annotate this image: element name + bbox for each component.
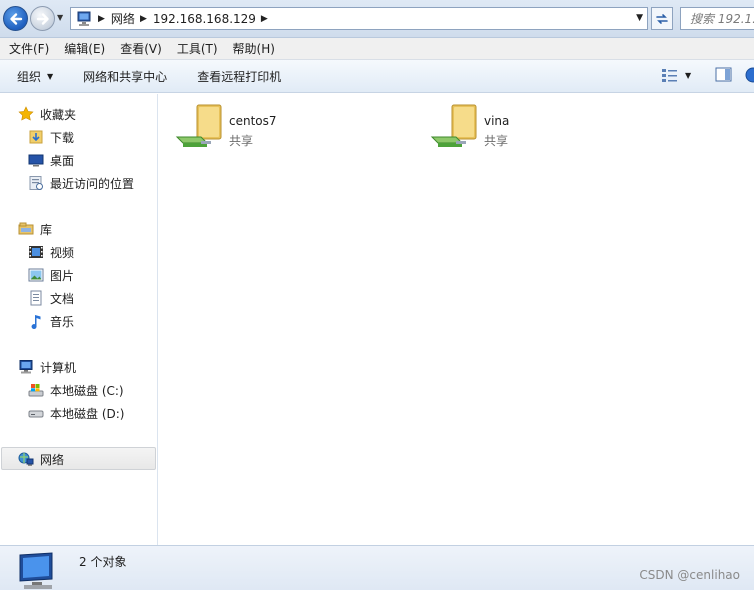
menu-edit[interactable]: 编辑(E) (64, 40, 105, 57)
nav-label: 计算机 (40, 360, 77, 375)
menu-view[interactable]: 查看(V) (120, 40, 162, 57)
nav-label: 音乐 (50, 314, 75, 329)
search-box[interactable] (680, 7, 754, 30)
navigation-pane: 收藏夹 下载 桌面 最近访问的位置 库 视频 图片 文档 音乐 计算机 本地磁盘… (0, 94, 158, 545)
forward-button[interactable] (30, 6, 55, 31)
breadcrumb-host[interactable]: 192.168.168.129 (153, 12, 256, 26)
system-drive-icon (28, 384, 44, 397)
details-pane: 2 个对象 CSDN @cenlihao (0, 545, 754, 590)
address-row: ▼ ▶ 网络 ▶ 192.168.168.129 ▶ ▼ (0, 0, 754, 38)
address-bar[interactable]: ▶ 网络 ▶ 192.168.168.129 ▶ ▼ (70, 7, 648, 30)
content-pane: centos7 共享 vina 共享 (159, 94, 754, 545)
nav-label: 本地磁盘 (C:) (50, 383, 124, 398)
network-sharing-center-button[interactable]: 网络和共享中心 (83, 68, 167, 85)
watermark: CSDN @cenlihao (639, 568, 740, 582)
shared-folder-icon (175, 104, 222, 147)
nav-desktop[interactable]: 桌面 (28, 151, 74, 169)
nav-music[interactable]: 音乐 (28, 312, 74, 330)
preview-pane-button[interactable] (715, 67, 732, 82)
back-arrow-icon (9, 12, 22, 25)
recent-pages-dropdown[interactable]: ▼ (57, 13, 67, 25)
nav-drive-c[interactable]: 本地磁盘 (C:) (28, 381, 124, 399)
nav-recent-places[interactable]: 最近访问的位置 (28, 174, 134, 192)
menu-tools[interactable]: 工具(T) (177, 40, 218, 57)
nav-documents[interactable]: 文档 (28, 289, 74, 307)
share-name: vina (484, 114, 510, 128)
nav-label: 网络 (40, 452, 65, 467)
share-item-vina[interactable]: vina 共享 (430, 101, 630, 157)
library-icon (18, 222, 34, 235)
breadcrumb-network[interactable]: 网络 (111, 10, 135, 27)
nav-videos[interactable]: 视频 (28, 243, 74, 261)
breadcrumb-chevron-icon[interactable]: ▶ (261, 14, 268, 24)
breadcrumb-chevron-icon[interactable]: ▶ (140, 14, 147, 24)
organize-button[interactable]: 组织 ▼ (17, 68, 53, 85)
view-remote-printers-button[interactable]: 查看远程打印机 (197, 68, 281, 85)
video-icon (29, 246, 43, 258)
pictures-icon (28, 268, 44, 282)
documents-icon (30, 290, 42, 306)
desktop-icon (28, 154, 44, 167)
recent-places-icon (29, 176, 43, 190)
preview-pane-icon (715, 67, 732, 82)
organize-label: 组织 (17, 69, 42, 84)
shared-folder-icon (430, 104, 477, 147)
share-item-centos7[interactable]: centos7 共享 (175, 101, 375, 157)
refresh-button[interactable] (651, 7, 673, 30)
nav-label: 下载 (50, 130, 75, 145)
nav-drive-d[interactable]: 本地磁盘 (D:) (28, 404, 124, 422)
network-computer-icon (77, 11, 91, 26)
share-name: centos7 (229, 114, 277, 128)
nav-label: 收藏夹 (40, 107, 77, 122)
chevron-down-icon: ▼ (685, 70, 692, 80)
search-input[interactable] (690, 11, 754, 26)
nav-label: 本地磁盘 (D:) (50, 406, 125, 421)
back-button[interactable] (3, 6, 28, 31)
computer-monitor-icon (19, 552, 53, 589)
nav-label: 最近访问的位置 (50, 176, 135, 191)
chevron-down-icon: ▼ (47, 71, 54, 81)
share-type: 共享 (484, 134, 509, 148)
forward-arrow-icon (36, 12, 49, 25)
view-options-icon (662, 69, 677, 82)
nav-label: 视频 (50, 245, 75, 260)
nav-label: 图片 (50, 268, 75, 283)
item-count: 2 个对象 (79, 555, 127, 569)
nav-label: 桌面 (50, 153, 75, 168)
menu-help[interactable]: 帮助(H) (233, 40, 275, 57)
hard-drive-icon (28, 410, 44, 418)
help-icon (745, 67, 754, 83)
computer-icon (19, 360, 33, 374)
share-type: 共享 (229, 134, 254, 148)
nav-favorites[interactable]: 收藏夹 (18, 105, 76, 123)
downloads-folder-icon (29, 130, 43, 144)
nav-pictures[interactable]: 图片 (28, 266, 74, 284)
breadcrumb-chevron-icon[interactable]: ▶ (98, 14, 105, 24)
menu-bar: 文件(F) 编辑(E) 查看(V) 工具(T) 帮助(H) (0, 38, 754, 60)
network-icon (18, 452, 34, 466)
nav-computer[interactable]: 计算机 (18, 358, 76, 376)
help-button[interactable] (745, 67, 754, 83)
refresh-icon (656, 13, 668, 24)
nav-label: 库 (40, 222, 53, 237)
nav-downloads[interactable]: 下载 (28, 128, 74, 146)
music-note-icon (31, 315, 41, 329)
star-icon (18, 106, 34, 121)
menu-file[interactable]: 文件(F) (9, 40, 49, 57)
address-dropdown-icon[interactable]: ▼ (636, 13, 643, 23)
command-bar: 组织 ▼ 网络和共享中心 查看远程打印机 ▼ (0, 60, 754, 93)
nav-label: 文档 (50, 291, 75, 306)
nav-network[interactable]: 网络 (18, 450, 64, 468)
change-view-button[interactable]: ▼ (661, 67, 691, 83)
nav-libraries[interactable]: 库 (18, 220, 52, 238)
